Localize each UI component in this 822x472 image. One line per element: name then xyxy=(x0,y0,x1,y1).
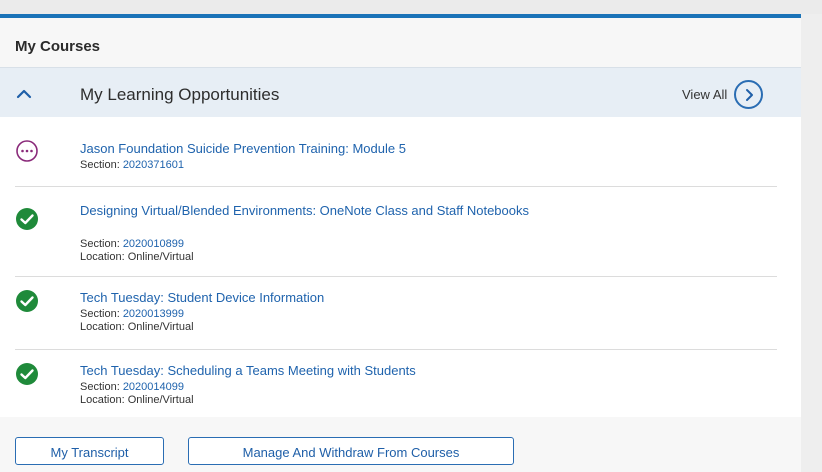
checkmark-circle-icon xyxy=(16,208,38,230)
my-transcript-button[interactable]: My Transcript xyxy=(15,437,164,465)
course-section: Section: 2020013999 xyxy=(80,308,184,321)
course-location: Location: Online/Virtual xyxy=(80,394,194,406)
section-label: Section: xyxy=(80,308,120,320)
course-title-link[interactable]: Designing Virtual/Blended Environments: … xyxy=(80,203,590,219)
view-all-label[interactable]: View All xyxy=(682,87,727,102)
checkmark-circle-icon xyxy=(16,363,38,385)
manage-withdraw-courses-button[interactable]: Manage And Withdraw From Courses xyxy=(188,437,514,465)
course-list: Jason Foundation Suicide Prevention Trai… xyxy=(0,117,801,417)
panel-title: My Courses xyxy=(15,38,101,55)
course-section: Section: 2020371601 xyxy=(80,159,184,172)
button-bar: My Transcript Manage And Withdraw From C… xyxy=(0,417,801,472)
course-title-link[interactable]: Tech Tuesday: Student Device Information xyxy=(80,290,590,306)
my-courses-panel: My Courses My Learning Opportunities Vie… xyxy=(0,14,801,472)
section-number: 2020371601 xyxy=(122,159,184,171)
chevron-right-circle-icon[interactable] xyxy=(734,80,764,109)
section-label: Section: xyxy=(80,238,120,250)
section-number: 2020013999 xyxy=(122,308,184,320)
course-section: Section: 2020014099 xyxy=(80,381,184,394)
course-title-link[interactable]: Tech Tuesday: Scheduling a Teams Meeting… xyxy=(80,363,590,379)
course-section: Section: 2020010899 xyxy=(80,238,184,251)
section-label: Section: xyxy=(80,159,120,171)
section-label: Section: xyxy=(80,381,120,393)
chevron-up-icon[interactable] xyxy=(14,84,34,102)
course-row: Tech Tuesday: Student Device Information… xyxy=(0,277,801,350)
section-title: My Learning Opportunities xyxy=(80,85,280,104)
checkmark-circle-icon xyxy=(16,290,38,312)
section-number: 2020014099 xyxy=(122,381,184,393)
course-title-link[interactable]: Jason Foundation Suicide Prevention Trai… xyxy=(80,141,590,157)
course-row: Designing Virtual/Blended Environments: … xyxy=(0,187,801,277)
course-row: Tech Tuesday: Scheduling a Teams Meeting… xyxy=(0,350,801,417)
section-header[interactable]: My Learning Opportunities View All xyxy=(0,67,801,118)
course-location: Location: Online/Virtual xyxy=(80,251,194,263)
course-row: Jason Foundation Suicide Prevention Trai… xyxy=(0,117,801,187)
top-strip xyxy=(0,0,822,14)
section-number: 2020010899 xyxy=(122,238,184,250)
course-location: Location: Online/Virtual xyxy=(80,321,194,333)
view-all-link[interactable]: View All xyxy=(682,80,764,109)
ellipsis-circle-icon xyxy=(16,140,38,162)
